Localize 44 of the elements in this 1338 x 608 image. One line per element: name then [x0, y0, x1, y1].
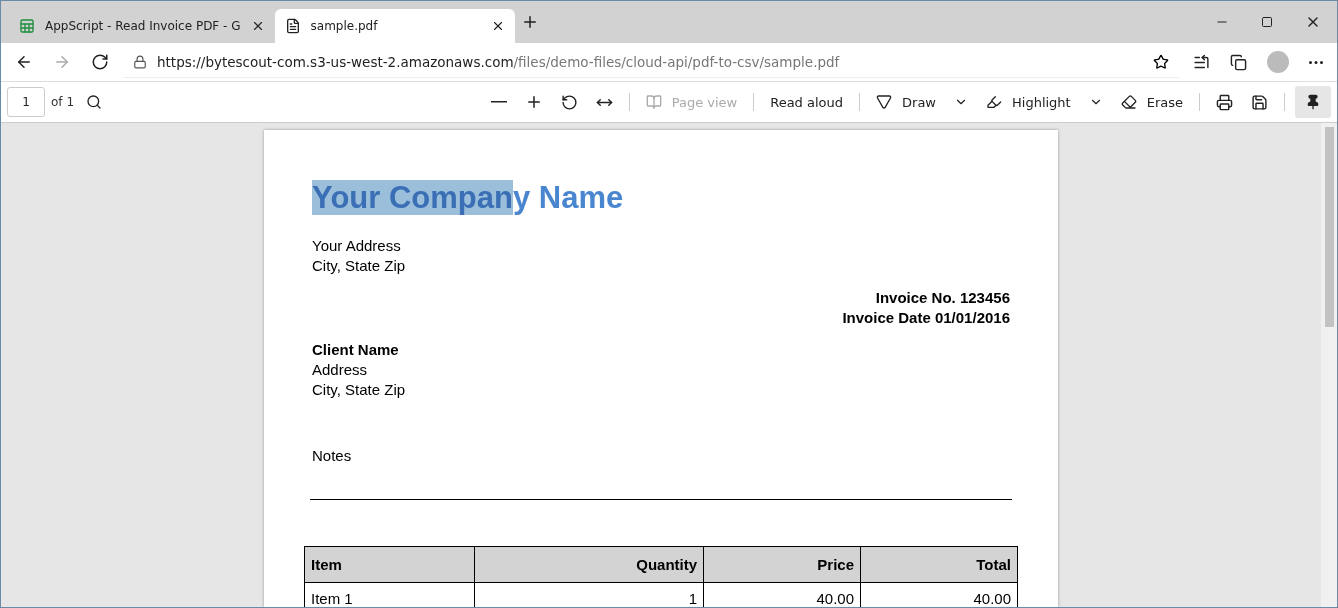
page-number-field[interactable]: 1	[7, 87, 45, 117]
address-line: Address	[312, 360, 369, 380]
read-aloud-button[interactable]: Read aloud	[764, 88, 850, 116]
minus-icon	[490, 101, 507, 103]
page-count: of 1	[51, 95, 74, 109]
pin-icon	[1305, 94, 1321, 110]
column-header: Quantity	[474, 546, 704, 583]
document-icon	[284, 18, 301, 34]
invoice-info-line: Invoice No. 123456	[874, 288, 1010, 308]
address-line: City, State Zip	[312, 380, 407, 400]
erase-button[interactable]: Erase	[1114, 88, 1189, 116]
add-favorite-icon[interactable]	[1153, 53, 1169, 70]
browser-tab[interactable]: AppScript - Read Invoice PDF - G	[9, 9, 275, 43]
notes-label: Notes	[312, 446, 353, 466]
scrollbar[interactable]	[1321, 123, 1337, 607]
more-icon	[1309, 60, 1323, 64]
avatar-icon	[1267, 51, 1289, 73]
save-icon	[1251, 93, 1268, 111]
browser-tab[interactable]: sample.pdf	[274, 9, 515, 43]
draw-button[interactable]: Draw	[870, 88, 942, 116]
company-name-heading: Your Company Name	[312, 180, 625, 216]
search-icon	[86, 94, 102, 110]
eraser-icon	[1120, 94, 1137, 110]
collections-icon	[1230, 53, 1247, 71]
address-line: City, State Zip	[312, 256, 407, 276]
column-header: Price	[703, 546, 861, 583]
pin-toolbar-button[interactable]	[1295, 86, 1331, 118]
invoice-info-line: Invoice Date 01/01/2016	[841, 308, 1010, 328]
highlight-button[interactable]: Highlight	[980, 88, 1077, 116]
column-header: Total	[860, 546, 1018, 583]
column-header: Item	[304, 546, 475, 583]
forward-arrow-icon	[53, 53, 71, 71]
client-name: Client Name	[312, 340, 400, 360]
printer-icon	[1216, 93, 1233, 111]
address-field[interactable]: https://bytescout-com.s3-us-west-2.amazonaws.com/files/demo-files/cloud-api/pdf-to-csv/sample.pdf	[123, 46, 1179, 78]
lock-icon	[133, 54, 147, 69]
address-line: Your Address	[312, 236, 402, 256]
spreadsheet-icon	[19, 18, 35, 34]
refresh-icon	[91, 53, 109, 71]
table-cell: Item 1	[304, 582, 475, 607]
highlighter-icon	[986, 94, 1002, 110]
maximize-icon	[1261, 16, 1273, 28]
rotate-icon	[560, 93, 578, 111]
book-icon	[645, 94, 662, 110]
